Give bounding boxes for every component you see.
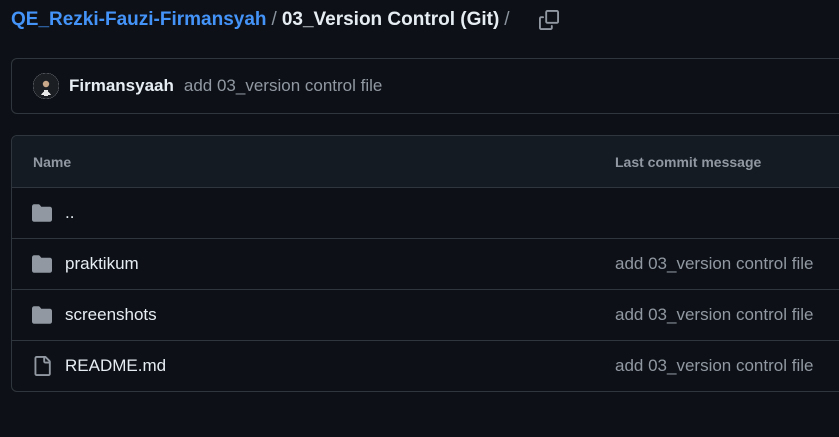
latest-commit-box: Firmansyaah add 03_version control file — [11, 58, 839, 114]
file-table: Name Last commit message .. praktikum ad… — [11, 135, 839, 392]
breadcrumb-separator: / — [271, 9, 277, 30]
folder-icon — [32, 305, 52, 325]
copy-path-button[interactable] — [537, 8, 561, 32]
table-row-praktikum[interactable]: praktikum add 03_version control file — [12, 239, 839, 290]
row-name-link[interactable]: .. — [65, 203, 74, 223]
row-commit-message[interactable]: add 03_version control file — [615, 254, 813, 274]
column-header-name: Name — [33, 153, 72, 170]
breadcrumb-trailing-separator: / — [504, 9, 510, 30]
table-row-parent-directory[interactable]: .. — [12, 188, 839, 239]
file-icon — [32, 356, 52, 376]
folder-icon — [32, 254, 52, 274]
row-commit-message[interactable]: add 03_version control file — [615, 356, 813, 376]
table-row-readme[interactable]: README.md add 03_version control file — [12, 341, 839, 391]
row-name-link[interactable]: praktikum — [65, 254, 139, 274]
table-header: Name Last commit message — [12, 136, 839, 188]
folder-icon — [32, 203, 52, 223]
column-header-last-commit-message: Last commit message — [615, 153, 762, 170]
row-name-link[interactable]: README.md — [65, 356, 166, 376]
breadcrumb-repo-link[interactable]: QE_Rezki-Fauzi-Firmansyah — [11, 9, 267, 31]
avatar-image — [33, 73, 59, 99]
row-name-link[interactable]: screenshots — [65, 305, 157, 325]
table-row-screenshots[interactable]: screenshots add 03_version control file — [12, 290, 839, 341]
breadcrumb: QE_Rezki-Fauzi-Firmansyah / 03_Version C… — [11, 6, 561, 34]
row-commit-message[interactable]: add 03_version control file — [615, 305, 813, 325]
breadcrumb-current-folder: 03_Version Control (Git) — [281, 9, 500, 30]
copy-icon — [538, 10, 559, 30]
commit-message-link[interactable]: add 03_version control file — [184, 76, 382, 96]
commit-author-link[interactable]: Firmansyaah — [69, 76, 174, 96]
avatar[interactable] — [33, 73, 59, 99]
